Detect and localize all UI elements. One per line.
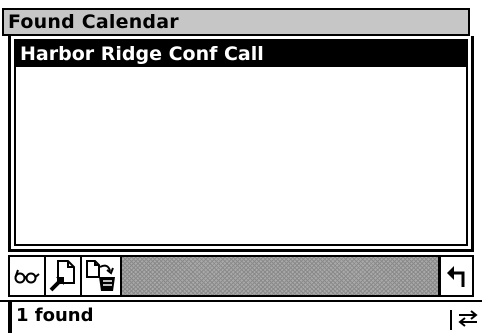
status-bar: 1 found xyxy=(0,300,482,333)
window-title: Found Calendar xyxy=(8,11,179,33)
status-divider xyxy=(450,310,452,330)
transfer-arrows-icon[interactable] xyxy=(456,307,480,329)
glasses-icon xyxy=(14,269,40,284)
copy-to-trash-button[interactable] xyxy=(82,257,122,295)
found-calendar-window: Found Calendar Harbor Ridge Conf Call xyxy=(0,0,482,300)
list-item-label: Harbor Ridge Conf Call xyxy=(20,43,264,65)
back-button[interactable] xyxy=(438,257,472,295)
view-button[interactable] xyxy=(10,257,46,295)
goto-button[interactable] xyxy=(46,257,82,295)
return-arrow-icon xyxy=(446,266,464,287)
toolbar xyxy=(8,255,474,297)
status-bar-edge xyxy=(8,302,12,333)
copy-to-trash-icon xyxy=(86,260,115,291)
results-list[interactable]: Harbor Ridge Conf Call xyxy=(8,36,474,252)
results-list-inner: Harbor Ridge Conf Call xyxy=(14,39,468,246)
goto-document-icon xyxy=(49,260,75,292)
toolbar-filler xyxy=(122,257,438,295)
list-item[interactable]: Harbor Ridge Conf Call xyxy=(16,41,466,67)
title-bar: Found Calendar xyxy=(2,8,470,36)
result-count: 1 found xyxy=(16,305,94,326)
